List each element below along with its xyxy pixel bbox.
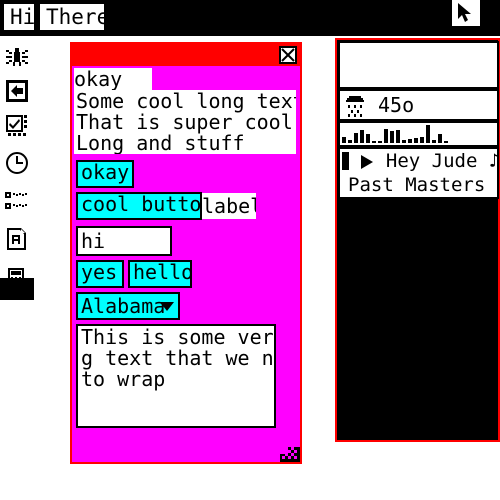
text-document-icon[interactable] [4,226,30,252]
menu-button-there[interactable]: There [38,2,110,32]
state-dropdown-value: Alabama [81,294,166,318]
visualizer-bar [348,140,352,143]
visualizer-bar [360,130,364,143]
clock-widget[interactable]: 6:55:06 PM 6/17/2021 [338,41,499,89]
visualizer-bar [402,140,406,143]
yes-button[interactable]: yes [76,260,124,288]
checkbox-window-icon[interactable] [4,112,30,138]
resize-grip-icon[interactable] [280,442,300,462]
music-album-row: Past Masters - [348,173,499,197]
music-note-icon: ♪ [489,150,497,172]
visualizer-bar [390,131,394,143]
widgets-panel: 6:55:06 PM 6/17/2021 45o [335,38,500,442]
wrapping-textarea[interactable]: This is some very lon g text that we nee… [76,324,276,428]
yes-button-label: yes [81,260,118,284]
icon-dock [0,40,34,300]
clock-icon[interactable] [4,150,30,176]
okay-button[interactable]: okay [76,160,134,188]
visualizer-bar [408,139,412,143]
visualizer-bar [438,134,442,143]
multiline-label: Some cool long text That is super cool a… [74,90,296,154]
close-x-icon [281,48,295,62]
menu-bar: Hi There [0,0,500,36]
music-player-widget[interactable]: Hey Jude ♪ Past Masters - [338,147,499,199]
visualizer-bar [432,140,436,143]
audio-visualizer-widget [338,121,499,147]
bug-icon[interactable] [4,44,30,70]
music-track-title: Hey Jude [385,150,478,172]
window-close-button[interactable] [279,46,297,64]
music-now-playing-row: Hey Jude ♪ [342,149,497,173]
visualizer-bar [378,141,382,143]
screen: Hi There okay Some cool long tex That is… [0,0,500,500]
menu-button-there-label: There [46,5,110,29]
dock-selected-block[interactable] [0,278,34,300]
label-okay: okay [74,68,152,90]
back-arrow-icon[interactable] [4,78,30,104]
visualizer-bar [342,137,346,143]
chevron-down-icon [160,302,174,311]
okay-button-label: okay [81,160,130,184]
pause-bar-icon[interactable] [342,152,349,170]
weather-temperature: 45o [378,93,415,117]
visualizer-bar [420,137,424,143]
music-album-title: Past Masters - [348,174,499,196]
rain-cloud-icon [344,93,368,119]
text-input[interactable]: hi [76,226,172,256]
hello-button[interactable]: hello [128,260,192,288]
visualizer-bar [372,141,376,143]
cool-button-label: cool button [81,192,202,216]
play-triangle-icon[interactable] [360,149,374,173]
visualizer-bar [366,134,370,143]
inline-label: label [202,193,256,219]
weather-widget[interactable]: 45o [338,89,499,121]
visualizer-bar [414,138,418,143]
visualizer-bar [444,141,448,143]
visualizer-bar [354,133,358,143]
window-titlebar[interactable] [72,44,300,66]
main-window: okay Some cool long text That is super c… [70,42,302,464]
cool-button[interactable]: cool button [76,192,202,220]
state-dropdown[interactable]: Alabama [76,292,180,320]
visualizer-bar [396,130,400,143]
hello-button-label: hello [133,260,192,284]
mouse-pointer-indicator [452,0,480,26]
mouse-pointer-icon [458,3,471,22]
visualizer-bar [384,129,388,143]
visualizer-bar [426,125,430,143]
menu-button-hi[interactable]: Hi [2,2,36,32]
visualizer-bars [342,123,448,143]
list-items-icon[interactable] [4,188,30,214]
menu-button-hi-label: Hi [10,5,36,29]
